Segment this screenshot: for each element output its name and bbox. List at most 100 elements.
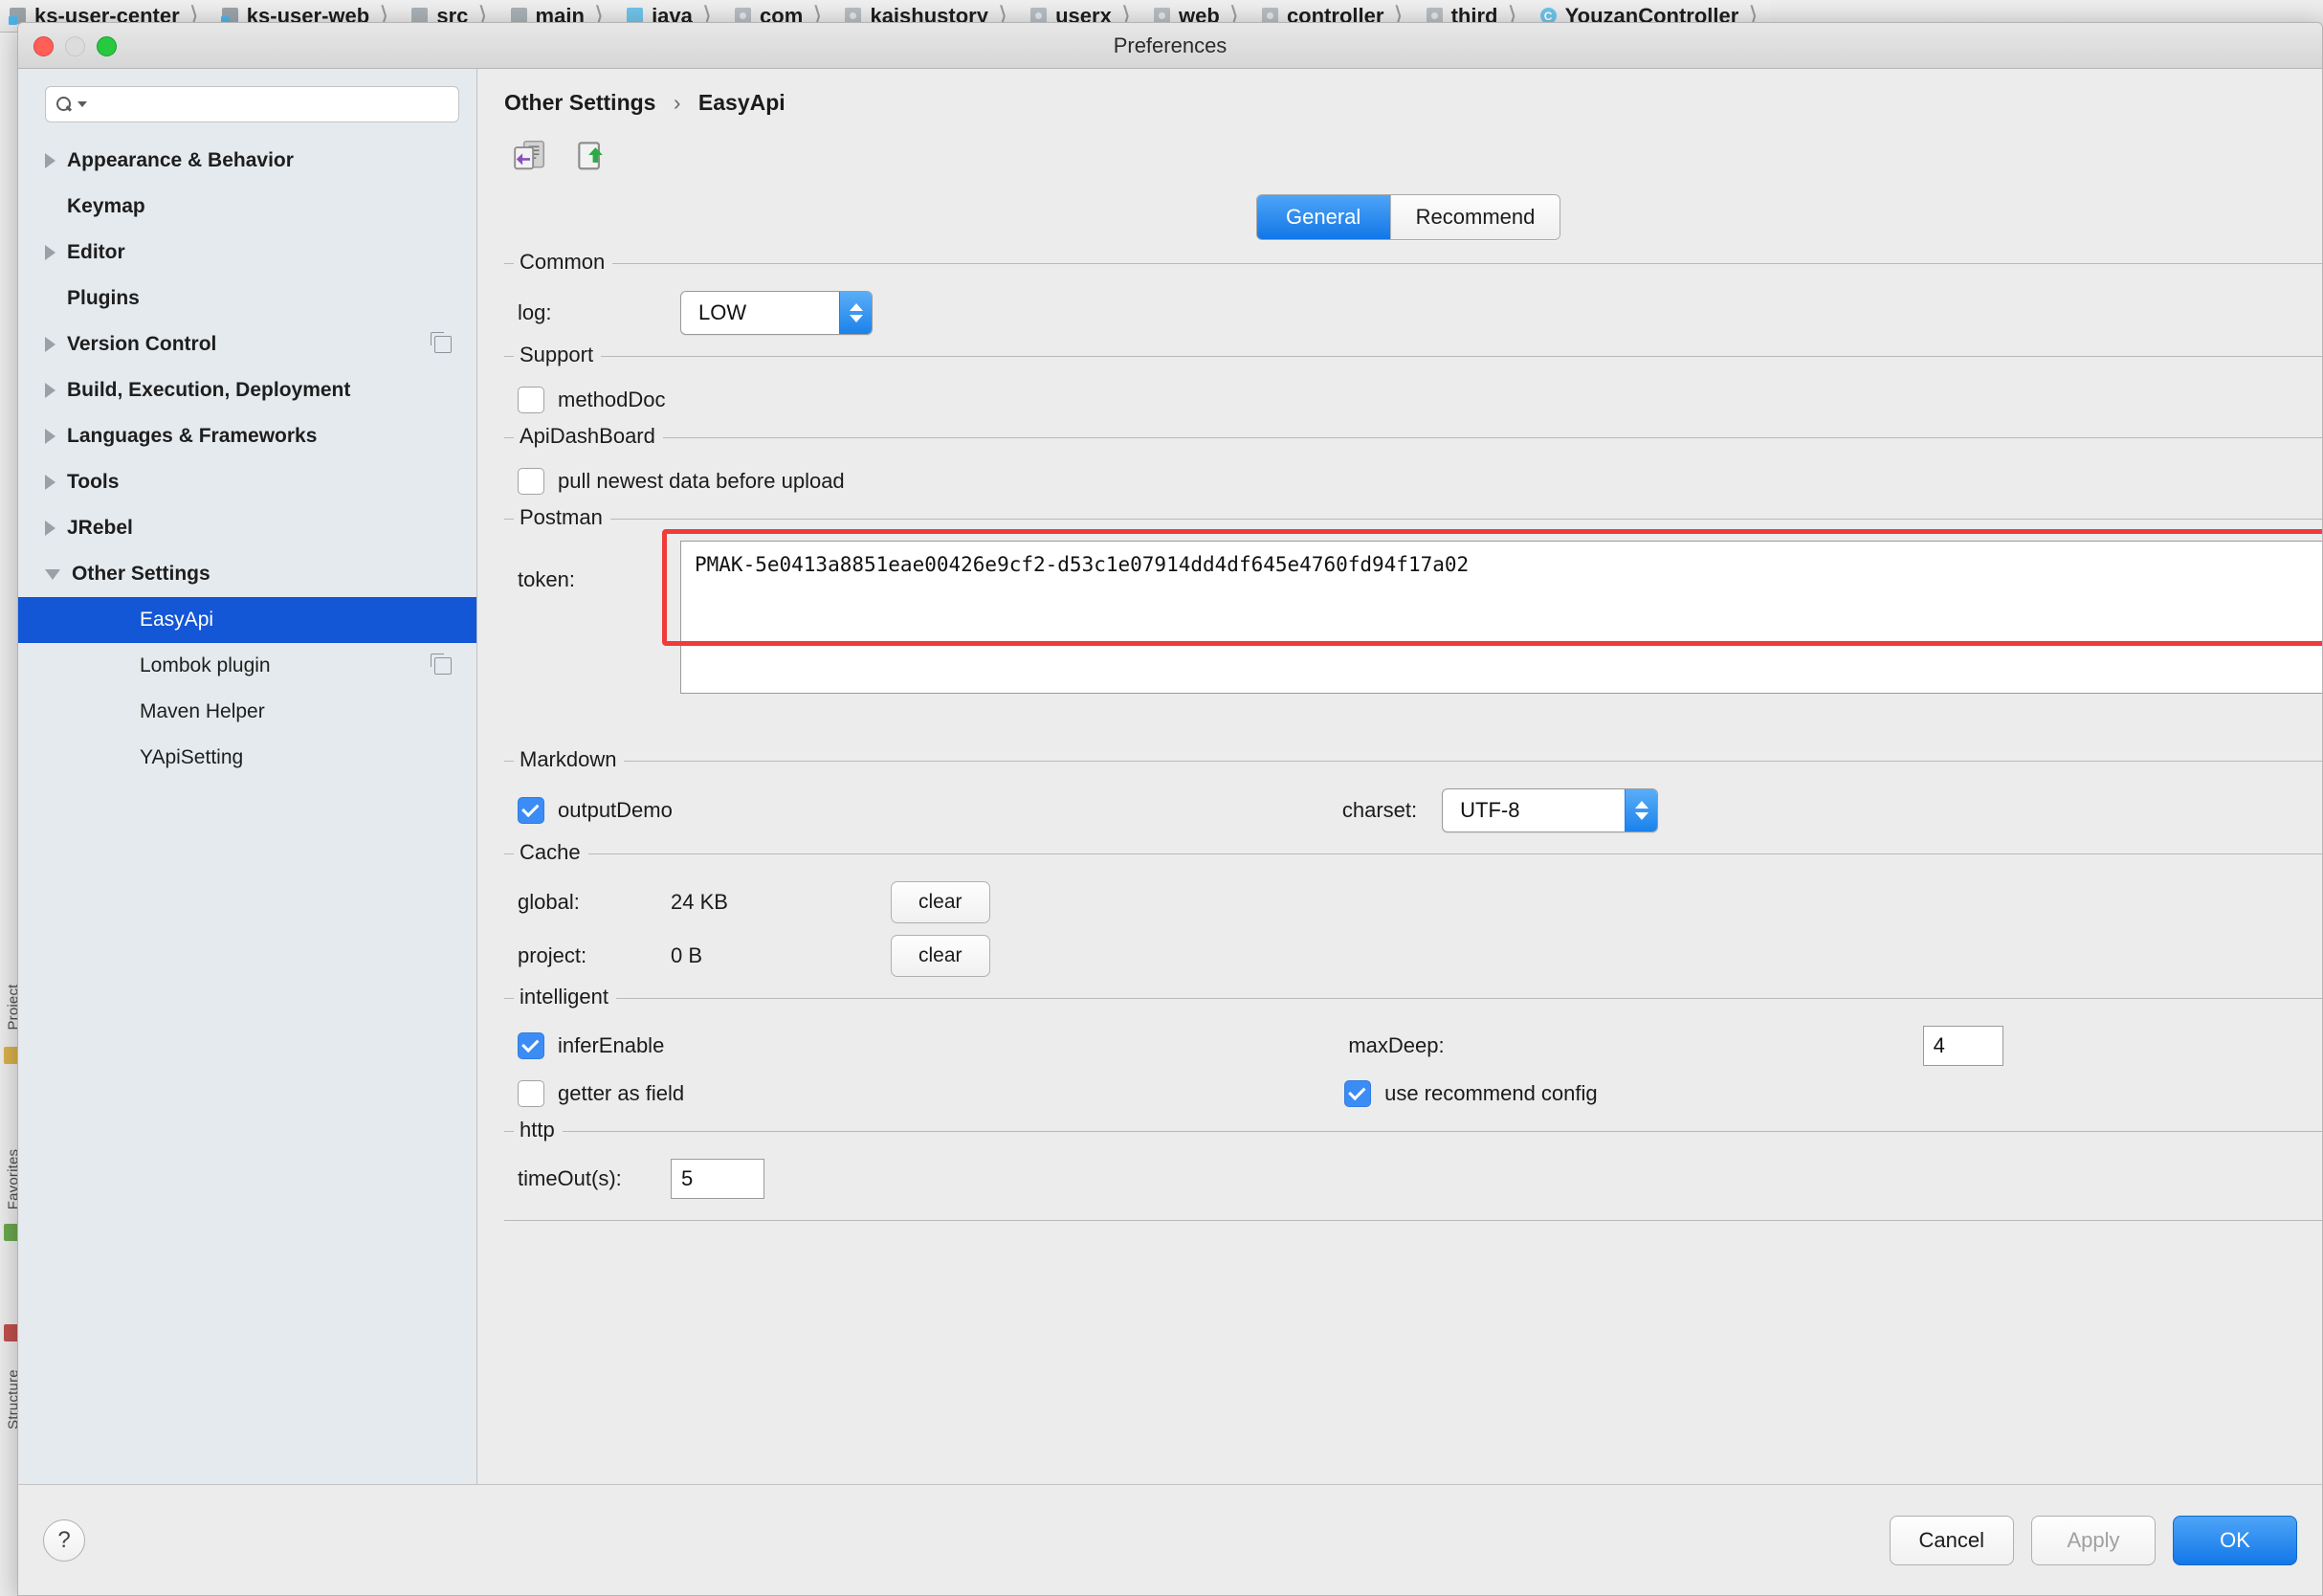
- log-level-select[interactable]: LOW: [680, 291, 873, 335]
- ok-button[interactable]: OK: [2173, 1515, 2297, 1565]
- chevron-right-icon[interactable]: [45, 383, 55, 398]
- settings-content: Other Settings › EasyApi General Recomme…: [477, 69, 2322, 1514]
- sidebar-item-label: EasyApi: [140, 609, 214, 631]
- sidebar-item-easyapi[interactable]: EasyApi: [18, 597, 476, 643]
- cache-global-clear-button[interactable]: clear: [891, 881, 990, 923]
- postman-token-value: PMAK-5e0413a8851eae00426e9cf2-d53c1e0791…: [695, 553, 1470, 576]
- sidebar-item-label: Lombok plugin: [140, 654, 271, 676]
- max-deep-input[interactable]: 4: [1922, 1026, 2003, 1066]
- sidebar-item-build-execution-deployment[interactable]: Build, Execution, Deployment: [18, 367, 476, 413]
- row-method-doc: methodDoc: [504, 378, 2322, 422]
- chevron-right-icon[interactable]: [45, 245, 55, 260]
- tree-spacer-icon: [45, 207, 55, 208]
- cache-project-label: project:: [518, 943, 587, 967]
- cache-project-value: 0 B: [671, 943, 703, 967]
- group-postman: Postman token: PMAK-5e0413a8851eae00426e…: [504, 505, 2322, 694]
- chevron-right-icon[interactable]: [45, 153, 55, 168]
- sidebar-item-label: Maven Helper: [140, 700, 265, 722]
- group-markdown-legend: Markdown: [514, 747, 625, 772]
- chevron-down-icon[interactable]: [45, 568, 60, 580]
- zoom-button[interactable]: [97, 36, 117, 56]
- sidebar-item-appearance-behavior[interactable]: Appearance & Behavior: [18, 138, 476, 184]
- row-cache-global: global: 24 KB clear: [504, 876, 2322, 929]
- chevron-down-icon[interactable]: [77, 101, 87, 107]
- chevron-right-icon[interactable]: [45, 521, 55, 536]
- method-doc-checkbox[interactable]: [518, 387, 544, 413]
- chevron-right-icon[interactable]: [45, 429, 55, 444]
- sidebar-item-label: JRebel: [67, 517, 133, 539]
- dialog-body: Appearance & Behavior Keymap Editor Plugins…: [18, 69, 2322, 1514]
- sidebar-item-label: Plugins: [67, 287, 140, 309]
- sidebar-item-version-control[interactable]: Version Control: [18, 321, 476, 367]
- charset-select[interactable]: UTF-8: [1442, 788, 1659, 832]
- sidebar-item-label: YApiSetting: [140, 746, 244, 768]
- sidebar-item-keymap[interactable]: Keymap: [18, 184, 476, 230]
- settings-tabs: General Recommend: [495, 194, 2322, 240]
- sidebar-item-languages-frameworks[interactable]: Languages & Frameworks: [18, 413, 476, 459]
- chevron-down-icon: [849, 315, 863, 322]
- row-timeout: timeOut(s): 5: [504, 1153, 2322, 1205]
- timeout-input[interactable]: 5: [671, 1159, 764, 1199]
- infer-enable-label: inferEnable: [558, 1033, 665, 1057]
- group-http: http timeOut(s): 5: [504, 1118, 2322, 1221]
- log-level-stepper[interactable]: [839, 292, 872, 334]
- sidebar-item-plugins[interactable]: Plugins: [18, 276, 476, 321]
- output-demo-label: outputDemo: [558, 798, 673, 822]
- breadcrumb-current: EasyApi: [697, 90, 785, 115]
- output-demo-checkbox[interactable]: [518, 797, 544, 824]
- sidebar-item-yapisetting[interactable]: YApiSetting: [18, 735, 476, 781]
- getter-as-field-checkbox[interactable]: [518, 1080, 544, 1107]
- settings-sidebar: Appearance & Behavior Keymap Editor Plugins…: [18, 69, 477, 1514]
- cache-project-clear-button[interactable]: clear: [891, 935, 990, 977]
- sidebar-item-label: Version Control: [67, 333, 217, 355]
- close-button[interactable]: [33, 36, 54, 56]
- row-cache-project: project: 0 B clear: [504, 929, 2322, 983]
- sidebar-item-label: Editor: [67, 241, 125, 263]
- sidebar-item-tools[interactable]: Tools: [18, 459, 476, 505]
- tab-strip: General Recommend: [1255, 194, 1561, 240]
- timeout-label: timeOut(s):: [518, 1166, 622, 1190]
- tab-general[interactable]: General: [1256, 195, 1391, 239]
- group-api-dashboard: ApiDashBoard pull newest data before upl…: [504, 424, 2322, 519]
- group-cache: Cache global: 24 KB clear project: 0 B c…: [504, 840, 2322, 998]
- sidebar-item-lombok-plugin[interactable]: Lombok plugin: [18, 643, 476, 689]
- tab-recommend[interactable]: Recommend: [1390, 195, 1560, 239]
- breadcrumb-separator-icon: ›: [673, 90, 681, 115]
- dialog-titlebar: Preferences: [18, 23, 2322, 69]
- log-label: log:: [518, 300, 552, 324]
- group-common-legend: Common: [514, 250, 613, 275]
- use-recommend-config-checkbox[interactable]: [1344, 1080, 1372, 1107]
- chevron-right-icon[interactable]: [45, 475, 55, 490]
- tree-spacer-icon: [118, 758, 128, 759]
- sidebar-item-editor[interactable]: Editor: [18, 230, 476, 276]
- cache-global-label: global:: [518, 890, 580, 914]
- sidebar-item-label: Tools: [67, 471, 120, 493]
- charset-value: UTF-8: [1460, 798, 1520, 822]
- apply-button[interactable]: Apply: [2031, 1515, 2156, 1565]
- copy-settings-icon[interactable]: [431, 654, 452, 675]
- settings-panels: Common log: LOW Support methodDoc ApiDas…: [495, 250, 2322, 1221]
- max-deep-label: maxDeep:: [1348, 1033, 1445, 1057]
- screen-root: ks-user-center ⟩ ks-user-web ⟩ src ⟩ main ⟩ java…: [0, 0, 2323, 1596]
- breadcrumb-parent[interactable]: Other Settings: [504, 90, 655, 115]
- sidebar-item-jrebel[interactable]: JRebel: [18, 505, 476, 551]
- charset-stepper[interactable]: [1625, 789, 1658, 831]
- help-button[interactable]: ?: [43, 1518, 85, 1562]
- sidebar-item-label: Appearance & Behavior: [67, 149, 294, 171]
- search-box[interactable]: [45, 86, 459, 122]
- sidebar-item-maven-helper[interactable]: Maven Helper: [18, 689, 476, 735]
- import-settings-button[interactable]: [512, 137, 548, 173]
- group-support-legend: Support: [514, 343, 602, 367]
- cancel-button[interactable]: Cancel: [1889, 1515, 2014, 1565]
- copy-settings-icon[interactable]: [431, 332, 452, 353]
- chevron-right-icon[interactable]: [45, 337, 55, 352]
- search-input[interactable]: [87, 93, 449, 116]
- infer-enable-checkbox[interactable]: [518, 1032, 544, 1059]
- pull-newest-checkbox[interactable]: [518, 468, 544, 495]
- sidebar-item-label: Other Settings: [72, 563, 210, 585]
- postman-token-textarea[interactable]: PMAK-5e0413a8851eae00426e9cf2-d53c1e0791…: [680, 541, 2322, 694]
- export-settings-button[interactable]: [573, 137, 609, 173]
- row-infer-enable: inferEnable maxDeep: 4: [504, 1020, 2322, 1072]
- minimize-button[interactable]: [65, 36, 85, 56]
- sidebar-item-other-settings[interactable]: Other Settings: [18, 551, 476, 597]
